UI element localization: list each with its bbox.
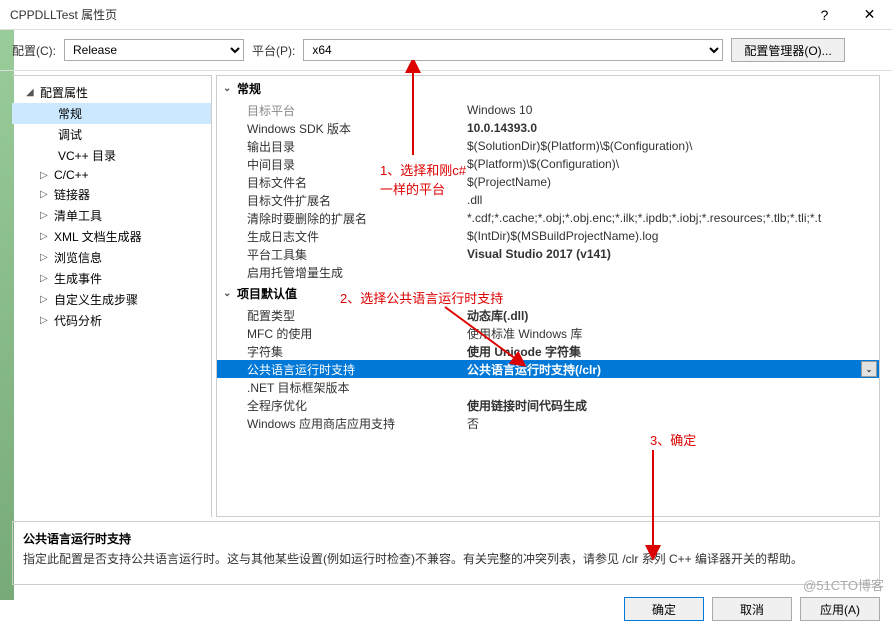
- property-value[interactable]: $(Platform)\$(Configuration)\: [467, 157, 879, 171]
- property-value[interactable]: 使用标准 Windows 库: [467, 325, 879, 342]
- property-value[interactable]: $(IntDir)$(MSBuildProjectName).log: [467, 229, 879, 243]
- property-value[interactable]: $(ProjectName): [467, 175, 879, 189]
- property-value[interactable]: 使用链接时间代码生成: [467, 397, 879, 414]
- ok-button[interactable]: 确定: [624, 597, 704, 621]
- property-label: 目标文件名: [217, 174, 467, 191]
- window-title: CPPDLLTest 属性页: [10, 6, 117, 23]
- collapse-icon: ▷: [40, 294, 50, 305]
- property-label: 目标平台: [217, 102, 467, 119]
- platform-label: 平台(P):: [252, 42, 295, 59]
- tree-item-codeanalysis[interactable]: ▷代码分析: [12, 310, 211, 331]
- tree-item-vcdirs[interactable]: VC++ 目录: [12, 145, 211, 166]
- property-row[interactable]: 生成日志文件$(IntDir)$(MSBuildProjectName).log: [217, 227, 879, 245]
- tree-item-cpp[interactable]: ▷C/C++: [12, 166, 211, 184]
- property-value[interactable]: 动态库(.dll): [467, 307, 879, 324]
- cancel-button[interactable]: 取消: [712, 597, 792, 621]
- property-row[interactable]: MFC 的使用使用标准 Windows 库: [217, 324, 879, 342]
- property-row[interactable]: 中间目录$(Platform)\$(Configuration)\: [217, 155, 879, 173]
- platform-select[interactable]: x64: [303, 39, 723, 61]
- property-value[interactable]: 公共语言运行时支持(/clr)⌄: [467, 361, 879, 378]
- property-row[interactable]: 全程序优化使用链接时间代码生成: [217, 396, 879, 414]
- window-controls: ? ✕: [802, 0, 892, 30]
- property-row[interactable]: 目标文件名$(ProjectName): [217, 173, 879, 191]
- tree-item-custombuild[interactable]: ▷自定义生成步骤: [12, 289, 211, 310]
- property-row[interactable]: 公共语言运行时支持公共语言运行时支持(/clr)⌄: [217, 360, 879, 378]
- property-value[interactable]: *.cdf;*.cache;*.obj;*.obj.enc;*.ilk;*.ip…: [467, 211, 879, 225]
- config-select[interactable]: Release: [64, 39, 244, 61]
- property-label: 生成日志文件: [217, 228, 467, 245]
- tree-item-manifest[interactable]: ▷清单工具: [12, 205, 211, 226]
- apply-button[interactable]: 应用(A): [800, 597, 880, 621]
- property-label: 字符集: [217, 343, 467, 360]
- watermark: @51CTO博客: [803, 575, 884, 594]
- collapse-icon: ⌄: [223, 288, 233, 299]
- collapse-icon: ▷: [40, 210, 50, 221]
- property-row[interactable]: Windows 应用商店应用支持否: [217, 414, 879, 432]
- property-label: 配置类型: [217, 307, 467, 324]
- section-defaults[interactable]: ⌄项目默认值: [217, 281, 879, 306]
- description-title: 公共语言运行时支持: [23, 530, 869, 547]
- expand-icon: ◢: [26, 87, 36, 98]
- property-label: 中间目录: [217, 156, 467, 173]
- collapse-icon: ▷: [40, 315, 50, 326]
- property-label: 清除时要删除的扩展名: [217, 210, 467, 227]
- collapse-icon: ▷: [40, 273, 50, 284]
- property-label: 平台工具集: [217, 246, 467, 263]
- property-row[interactable]: 字符集使用 Unicode 字符集: [217, 342, 879, 360]
- property-value[interactable]: 10.0.14393.0: [467, 121, 879, 135]
- property-value[interactable]: 使用 Unicode 字符集: [467, 343, 879, 360]
- collapse-icon: ▷: [40, 170, 50, 181]
- property-row[interactable]: Windows SDK 版本10.0.14393.0: [217, 119, 879, 137]
- property-grid[interactable]: ⌄常规 目标平台Windows 10Windows SDK 版本10.0.143…: [216, 75, 880, 517]
- description-panel: 公共语言运行时支持 指定此配置是否支持公共语言运行时。这与其他某些设置(例如运行…: [12, 521, 880, 585]
- property-value[interactable]: Windows 10: [467, 103, 879, 117]
- config-label: 配置(C):: [12, 42, 56, 59]
- titlebar: CPPDLLTest 属性页 ? ✕: [0, 0, 892, 30]
- property-row[interactable]: .NET 目标框架版本: [217, 378, 879, 396]
- collapse-icon: ▷: [40, 231, 50, 242]
- tree-item-general[interactable]: 常规: [12, 103, 211, 124]
- tree-item-linker[interactable]: ▷链接器: [12, 184, 211, 205]
- property-row[interactable]: 目标文件扩展名.dll: [217, 191, 879, 209]
- tree-item-debug[interactable]: 调试: [12, 124, 211, 145]
- dropdown-icon[interactable]: ⌄: [861, 361, 877, 377]
- property-value[interactable]: $(SolutionDir)$(Platform)\$(Configuratio…: [467, 139, 879, 153]
- tree-item-browse[interactable]: ▷浏览信息: [12, 247, 211, 268]
- property-row[interactable]: 配置类型动态库(.dll): [217, 306, 879, 324]
- help-button[interactable]: ?: [802, 0, 847, 30]
- tree-item-xmldoc[interactable]: ▷XML 文档生成器: [12, 226, 211, 247]
- sidebar-tree[interactable]: ◢配置属性 常规 调试 VC++ 目录 ▷C/C++ ▷链接器 ▷清单工具 ▷X…: [12, 75, 212, 517]
- property-label: 全程序优化: [217, 397, 467, 414]
- collapse-icon: ▷: [40, 252, 50, 263]
- collapse-icon: ⌄: [223, 83, 233, 94]
- property-label: 目标文件扩展名: [217, 192, 467, 209]
- property-row[interactable]: 输出目录$(SolutionDir)$(Platform)\$(Configur…: [217, 137, 879, 155]
- property-label: .NET 目标框架版本: [217, 379, 467, 396]
- property-label: MFC 的使用: [217, 325, 467, 342]
- property-label: 公共语言运行时支持: [217, 361, 467, 378]
- property-label: 启用托管增量生成: [217, 264, 467, 281]
- config-manager-button[interactable]: 配置管理器(O)...: [731, 38, 844, 62]
- tree-root[interactable]: ◢配置属性: [12, 82, 211, 103]
- property-row[interactable]: 平台工具集Visual Studio 2017 (v141): [217, 245, 879, 263]
- property-label: Windows 应用商店应用支持: [217, 415, 467, 432]
- dialog-footer: 确定 取消 应用(A): [0, 593, 892, 629]
- property-row[interactable]: 清除时要删除的扩展名*.cdf;*.cache;*.obj;*.obj.enc;…: [217, 209, 879, 227]
- tree-item-buildevents[interactable]: ▷生成事件: [12, 268, 211, 289]
- section-general[interactable]: ⌄常规: [217, 76, 879, 101]
- property-value[interactable]: 否: [467, 415, 879, 432]
- collapse-icon: ▷: [40, 189, 50, 200]
- description-text: 指定此配置是否支持公共语言运行时。这与其他某些设置(例如运行时检查)不兼容。有关…: [23, 551, 869, 568]
- property-row[interactable]: 启用托管增量生成: [217, 263, 879, 281]
- property-value[interactable]: Visual Studio 2017 (v141): [467, 247, 879, 261]
- property-label: Windows SDK 版本: [217, 120, 467, 137]
- property-label: 输出目录: [217, 138, 467, 155]
- close-button[interactable]: ✕: [847, 0, 892, 30]
- property-value[interactable]: .dll: [467, 193, 879, 207]
- property-row[interactable]: 目标平台Windows 10: [217, 101, 879, 119]
- toolbar: 配置(C): Release 平台(P): x64 配置管理器(O)...: [0, 30, 892, 71]
